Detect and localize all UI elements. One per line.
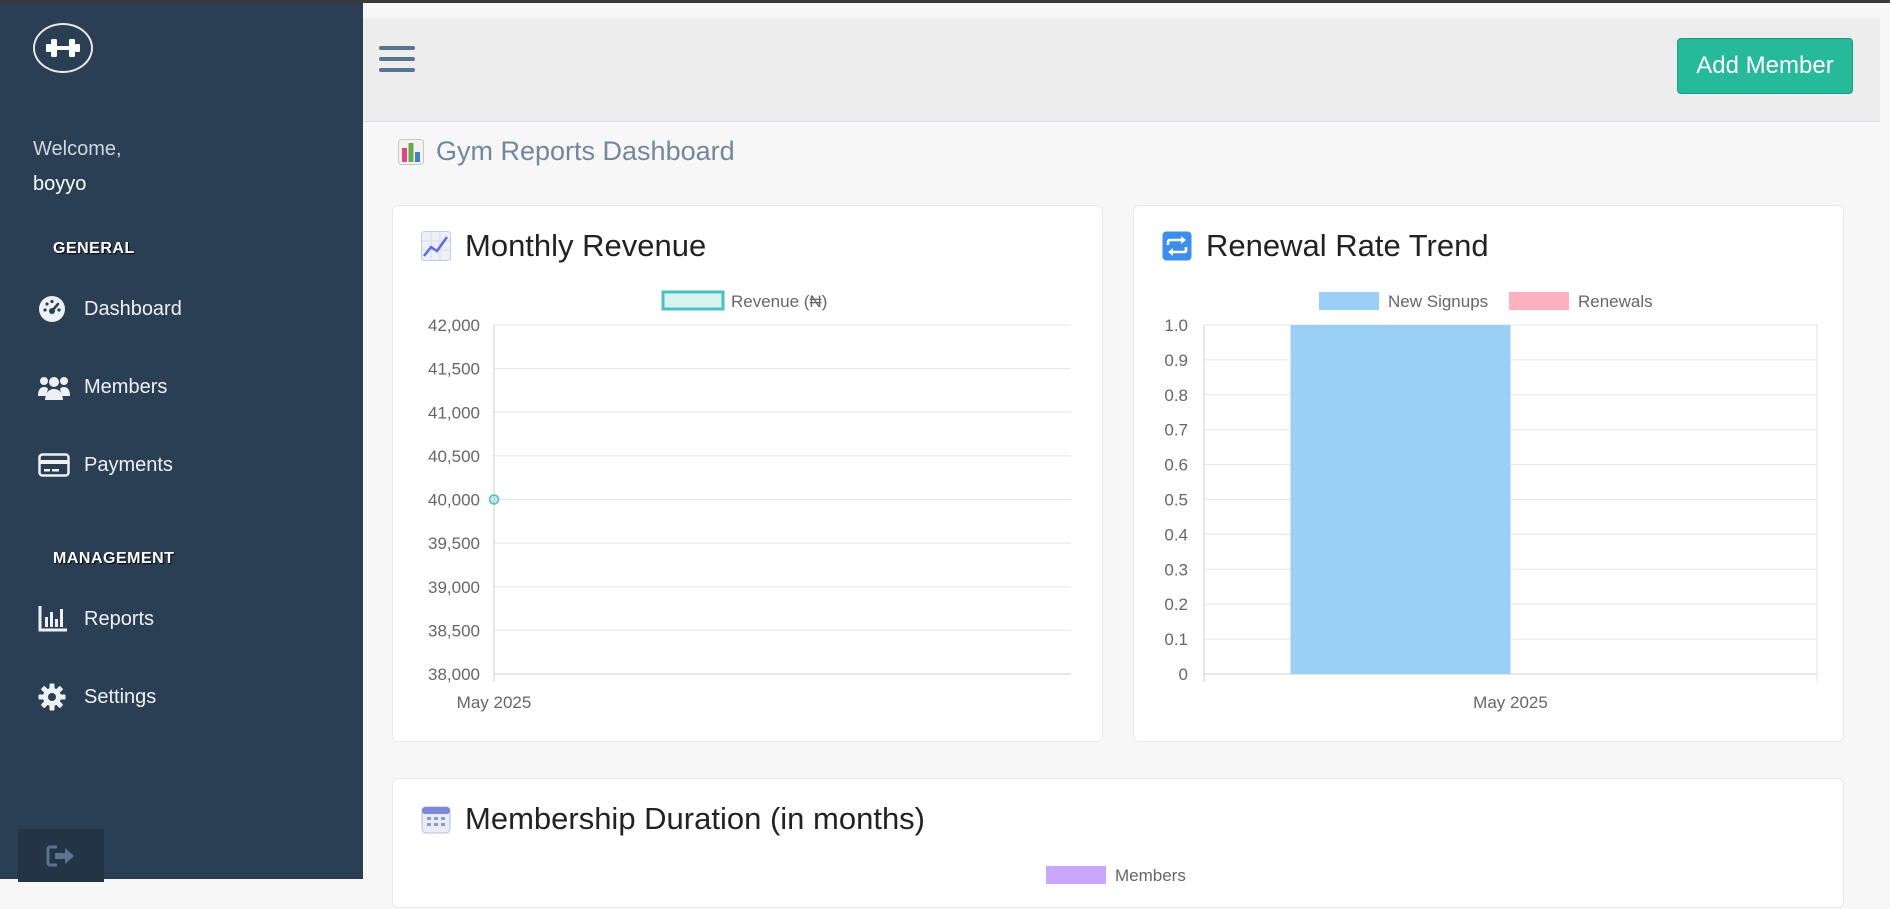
y-tick-label: 0.8: [1164, 386, 1188, 405]
logout-button[interactable]: [18, 829, 104, 882]
window-top-border: [0, 0, 1890, 3]
section-general: GENERAL: [53, 240, 135, 257]
x-tick-label: May 2025: [457, 693, 532, 712]
y-tick-label: 39,000: [428, 578, 480, 597]
username: boyyo: [33, 173, 87, 195]
y-tick-label: 0.7: [1164, 421, 1188, 440]
sidebar-item-label: Dashboard: [84, 297, 182, 320]
y-tick-label: 39,500: [428, 534, 480, 553]
hamburger-icon[interactable]: [379, 46, 415, 78]
revenue-panel: Monthly Revenue Revenue (₦) 42,000 41,500 4…: [392, 205, 1103, 742]
dumbbell-icon: [46, 39, 80, 57]
page-title: Gym Reports Dashboard: [398, 136, 735, 167]
y-tick-label: 40,000: [428, 491, 480, 510]
y-tick-label: 40,500: [428, 447, 480, 466]
sidebar-item-label: Settings: [84, 685, 157, 708]
data-point: [488, 494, 500, 505]
dashboard-gauge-icon: [38, 295, 82, 323]
sidebar: Welcome, boyyo GENERAL Dashboard Members…: [0, 3, 363, 882]
logo[interactable]: [33, 23, 93, 73]
sidebar-item-members[interactable]: Members: [0, 362, 363, 412]
y-tick-label: 0.9: [1164, 351, 1188, 370]
page-title-text: Gym Reports Dashboard: [436, 136, 735, 166]
y-tick-label: 42,000: [428, 316, 480, 335]
credit-card-icon: [38, 452, 82, 478]
revenue-chart: Revenue (₦) 42,000 41,500 41,000 40,500 40,00…: [428, 290, 1071, 712]
y-tick-label: 0.5: [1164, 491, 1188, 510]
legend-label: New Signups: [1388, 292, 1488, 311]
duration-chart: Members: [1046, 866, 1186, 885]
sign-out-icon: [46, 845, 74, 866]
sidebar-item-label: Payments: [84, 453, 173, 476]
sidebar-item-settings[interactable]: Settings: [0, 672, 363, 722]
legend-label-revenue: Revenue (₦): [731, 292, 827, 311]
renewal-chart: New Signups Renewals 1.0 0.9 0.8 0.7 0.6 0.5 0.4…: [1164, 292, 1818, 712]
add-member-button[interactable]: Add Member: [1677, 38, 1853, 94]
y-tick-label: 1.0: [1164, 316, 1188, 335]
y-tick-label: 0.6: [1164, 456, 1188, 475]
top-nav: Add Member: [363, 18, 1880, 122]
users-icon: [38, 374, 82, 400]
duration-panel: Membership Duration (in months) Members: [392, 778, 1844, 908]
bar-new-signups: [1290, 325, 1511, 674]
renewal-panel: Renewal Rate Trend New Signups Renewals 1.…: [1133, 205, 1844, 742]
sidebar-item-dashboard[interactable]: Dashboard: [0, 284, 363, 334]
y-tick-label: 38,000: [428, 665, 480, 684]
legend-swatch-members: [1046, 866, 1106, 884]
y-tick-label: 0.3: [1164, 560, 1188, 579]
legend-label-members: Members: [1115, 866, 1186, 885]
bar-chart-emoji-icon: [398, 138, 424, 165]
legend-swatch: [1509, 292, 1569, 310]
sidebar-item-reports[interactable]: Reports: [0, 594, 363, 644]
section-management: MANAGEMENT: [53, 550, 175, 567]
welcome-label: Welcome,: [33, 138, 122, 160]
gear-icon: [38, 683, 82, 711]
x-tick-label: May 2025: [1473, 693, 1548, 712]
legend-swatch: [1319, 292, 1379, 310]
y-tick-label: 0.1: [1164, 630, 1188, 649]
legend-label: Renewals: [1578, 292, 1653, 311]
bar-chart-icon: [38, 605, 82, 633]
y-tick-label: 0.2: [1164, 595, 1188, 614]
y-tick-label: 38,500: [428, 621, 480, 640]
sidebar-item-payments[interactable]: Payments: [0, 440, 363, 490]
y-tick-label: 0: [1179, 665, 1188, 684]
y-tick-label: 41,500: [428, 360, 480, 379]
y-tick-label: 41,000: [428, 403, 480, 422]
legend-swatch-revenue: [661, 290, 725, 311]
sidebar-item-label: Reports: [84, 607, 155, 630]
y-tick-label: 0.4: [1164, 525, 1188, 544]
sidebar-item-label: Members: [84, 375, 168, 398]
